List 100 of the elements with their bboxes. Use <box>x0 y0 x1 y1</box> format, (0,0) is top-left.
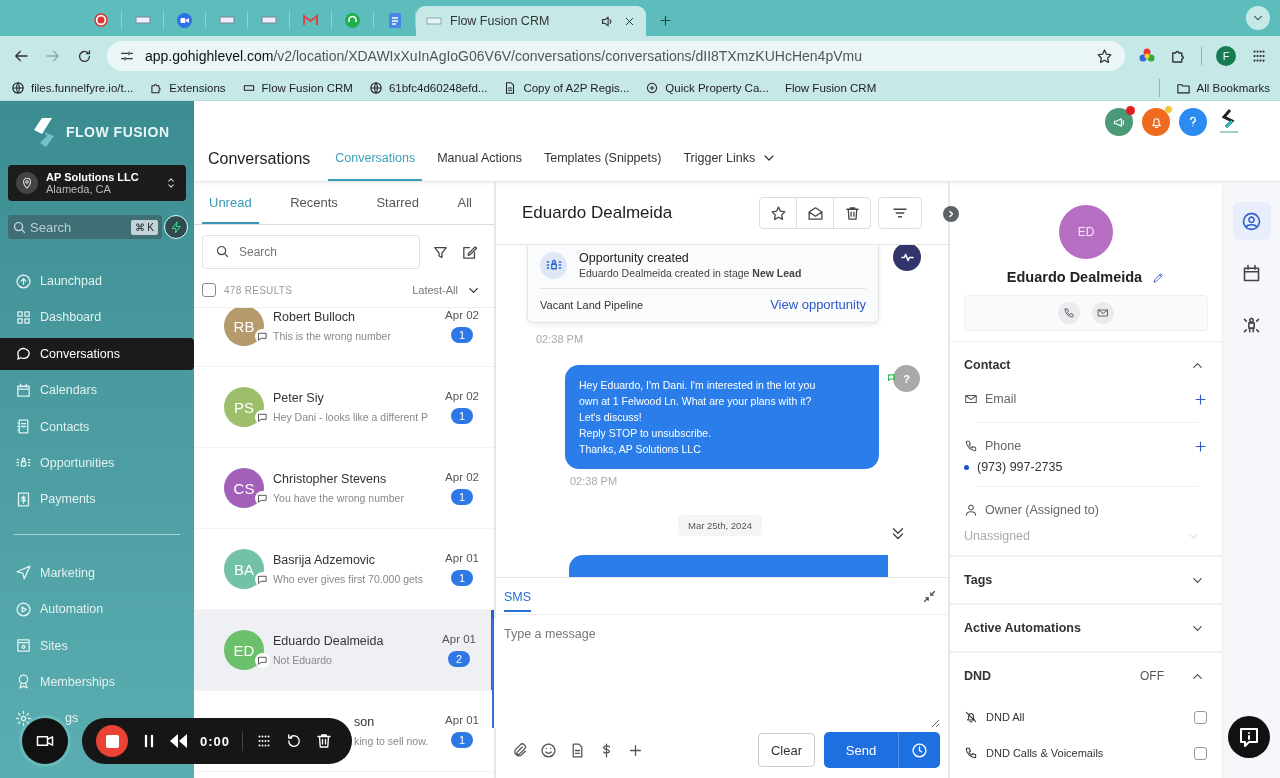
results-count: 478 RESULTS <box>224 284 293 296</box>
contact-avatar: CS <box>224 468 264 508</box>
bookmark-star-icon[interactable] <box>1096 47 1113 65</box>
emoji-icon[interactable] <box>540 741 557 759</box>
panel-tab[interactable] <box>1232 202 1271 240</box>
sort-dropdown[interactable]: Latest-All <box>412 284 458 296</box>
add-icon[interactable] <box>1193 438 1208 454</box>
contact-avatar: BA <box>224 549 264 589</box>
browser-tab[interactable]: Flow Fusion CRM <box>416 6 646 36</box>
contact-name: Basrija Adzemovic <box>273 553 377 567</box>
conversation-row[interactable]: ED Eduardo Dealmeida Not Eduardo Apr 01 2 <box>194 610 494 691</box>
paperclip-icon[interactable] <box>511 741 528 759</box>
conversation-row[interactable]: PS Peter Siy Hey Dani - looks like a different P Apr 02 1 <box>194 367 494 448</box>
section-title[interactable]: Active Automations <box>964 621 1081 635</box>
filter-tab[interactable]: Recents <box>283 182 345 224</box>
unread-count: 1 <box>451 408 474 424</box>
field-label: Phone <box>985 439 1022 453</box>
page-title: Conversations <box>208 149 311 169</box>
dnd-checkbox[interactable] <box>1194 746 1207 760</box>
star-icon[interactable] <box>769 204 787 222</box>
quick-action-button[interactable] <box>164 215 188 239</box>
filter-button[interactable] <box>878 197 922 229</box>
record-icon <box>93 13 108 27</box>
document-icon <box>388 12 401 28</box>
select-all-checkbox[interactable] <box>202 283 216 297</box>
contact-avatar: ED <box>1059 205 1113 259</box>
conversation-row[interactable]: RB Robert Bulloch This is the wrong number Apr 02 1 <box>194 308 494 367</box>
collapse-panel-button[interactable] <box>943 206 959 222</box>
lightning-icon <box>169 220 183 234</box>
header-tab[interactable]: Manual Actions <box>430 137 529 181</box>
trash-icon[interactable] <box>843 204 861 222</box>
reload-icon[interactable] <box>76 47 93 65</box>
view-opportunity-link[interactable]: View opportunity <box>770 297 866 312</box>
rewind-icon[interactable] <box>170 734 188 748</box>
section-title[interactable]: Tags <box>964 573 993 587</box>
header-tab[interactable]: Templates (Snippets) <box>536 137 669 181</box>
announcement-button[interactable] <box>1105 108 1133 136</box>
bookmark-link[interactable]: Copy of A2P Regis... <box>503 81 630 95</box>
flag-icon <box>218 14 235 26</box>
unread-count: 1 <box>451 732 474 748</box>
new-tab-icon[interactable] <box>658 13 673 28</box>
bookmark-link[interactable]: Extensions <box>149 81 226 95</box>
add-icon[interactable] <box>1193 391 1208 407</box>
bookmark-link[interactable]: Flow Fusion CRM <box>241 81 353 95</box>
dnd-checkbox[interactable] <box>1194 710 1207 724</box>
contact-name: Eduardo Dealmeida <box>1006 269 1143 285</box>
help-button[interactable] <box>1179 108 1207 136</box>
edit-icon[interactable] <box>1152 270 1166 284</box>
open-envelope-icon[interactable] <box>806 204 824 222</box>
all-bookmarks-link[interactable]: All Bookmarks <box>1175 80 1270 96</box>
channel-tab[interactable]: SMS <box>504 580 532 612</box>
search-field[interactable]: Search <box>202 235 420 269</box>
account-switcher[interactable]: AP Solutions LLC Alameda, CA <box>8 165 186 201</box>
color-wheel-icon[interactable] <box>1139 48 1155 64</box>
message-date: Apr 02 <box>445 471 479 483</box>
compose-icon[interactable] <box>461 243 478 261</box>
email-button[interactable] <box>1092 302 1114 324</box>
bookmark-link[interactable]: Flow Fusion CRM <box>784 82 877 94</box>
clear-button[interactable]: Clear <box>757 733 815 767</box>
rocket-icon <box>15 272 32 290</box>
send-button[interactable]: Send <box>824 732 898 768</box>
more-menu-icon[interactable] <box>1250 47 1268 65</box>
unread-count: 2 <box>448 651 471 667</box>
unread-count: 1 <box>451 489 474 505</box>
chat-bubble-icon <box>15 345 32 363</box>
schedule-button[interactable] <box>898 732 940 768</box>
dnd-option: DND All <box>986 711 1025 723</box>
recording-time: 0:00 <box>200 733 231 749</box>
search-icon <box>215 244 230 259</box>
grid-icon <box>15 308 32 326</box>
contact-name: Eduardo Dealmeida <box>273 634 385 648</box>
field-label: Email <box>985 392 1017 406</box>
bookmark-link[interactable]: files.funnelfyre.io/t... <box>11 81 134 95</box>
notifications-button[interactable] <box>1142 108 1170 136</box>
stop-button[interactable] <box>96 725 128 757</box>
info-chat-icon <box>1237 725 1261 749</box>
contact-avatar: RB <box>224 308 264 346</box>
bookmark-link[interactable]: Quick Property Ca... <box>645 81 769 95</box>
call-button[interactable] <box>1058 302 1080 324</box>
address-bar[interactable]: app.gohighlevel.com/v2/location/XDAWIxXuInAgIoG06V6V/conversations/conversations/dII8TXmzKUHcHen4pVmu <box>107 41 1125 71</box>
settings-icon <box>15 709 32 727</box>
message-icon <box>257 655 268 666</box>
notification-dot <box>1126 106 1135 115</box>
sender-avatar: ? <box>893 365 920 392</box>
filter-tab[interactable]: All <box>450 182 479 224</box>
profile-avatar[interactable]: F <box>1216 46 1236 66</box>
conversation-row[interactable]: CS Christopher Stevens You have the wrong number Apr 02 1 <box>194 448 494 529</box>
search-icon <box>12 220 27 235</box>
message-input[interactable]: Type a message <box>492 619 940 728</box>
message-icon <box>257 493 268 504</box>
filter-tab[interactable]: Starred <box>369 182 426 224</box>
nav-item[interactable]: Conversations <box>0 337 194 370</box>
contact-name: Peter Siy <box>273 391 325 405</box>
unread-count: 1 <box>451 570 474 586</box>
minimize-icon[interactable] <box>922 588 937 604</box>
header-tab[interactable]: Trigger Links <box>676 137 785 181</box>
trash-icon[interactable] <box>315 732 334 750</box>
flag-icon <box>426 15 442 27</box>
bookmark-link[interactable]: 61bfc4d60248efd... <box>368 81 488 95</box>
conversation-title: Eduardo Dealmeida <box>522 203 673 223</box>
